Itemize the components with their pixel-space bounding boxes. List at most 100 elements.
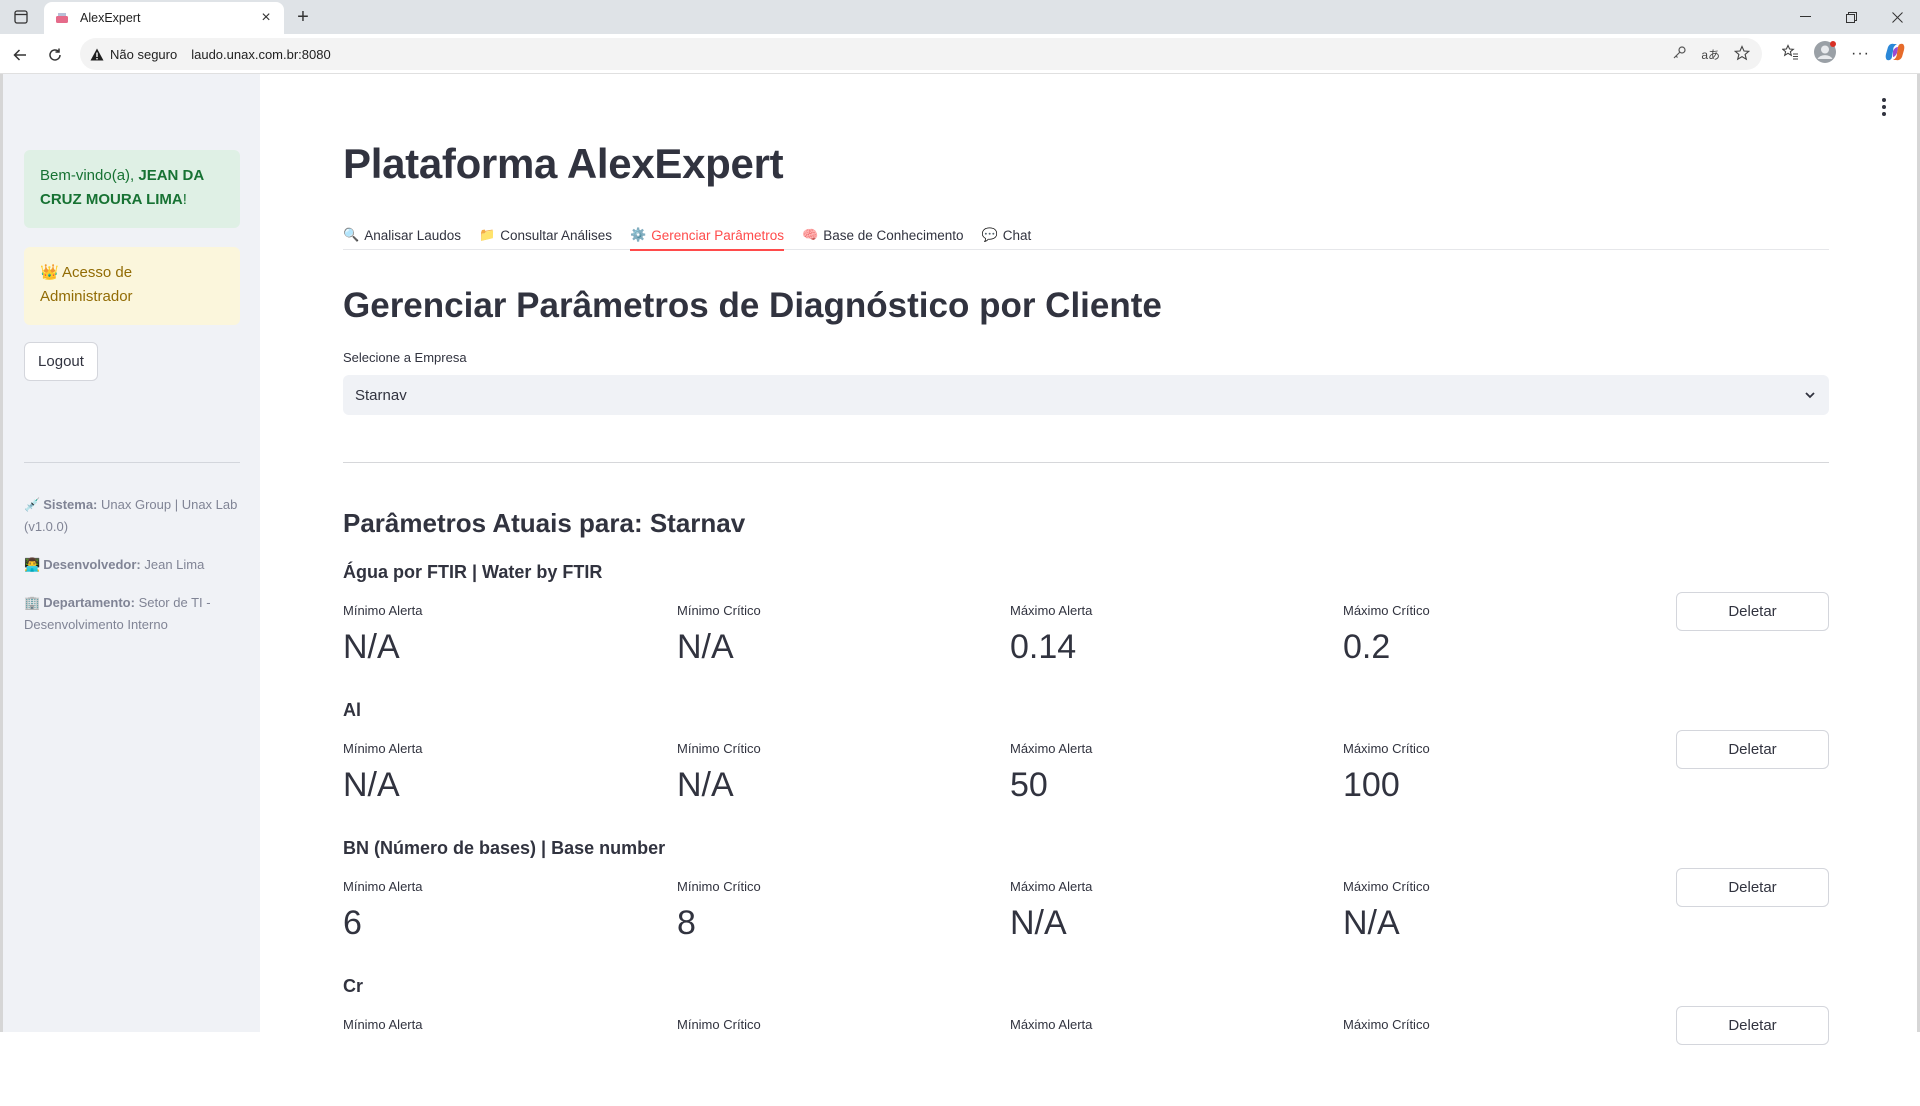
tab-label: Consultar Análises (500, 227, 613, 243)
main-content: Plataforma AlexExpert 🔍 Analisar Laudos … (260, 74, 1917, 1045)
metric-max-alert: Máximo Alerta (1010, 1017, 1310, 1032)
main-menu-icon[interactable] (1881, 98, 1887, 116)
metric-label: Mínimo Crítico (677, 879, 761, 894)
param-row: Cr Mínimo Alerta Mínimo Crítico Máximo A… (343, 976, 1829, 1106)
metric-max-alert: Máximo Alerta 50 (1010, 741, 1310, 805)
metric-label: Máximo Crítico (1343, 741, 1430, 756)
minimize-icon[interactable] (1782, 0, 1828, 34)
metric-min-critical: Mínimo Crítico (677, 1017, 977, 1032)
metric-min-alert: Mínimo Alerta (343, 1017, 643, 1032)
metric-label: Máximo Alerta (1010, 879, 1093, 894)
close-tab-icon[interactable]: × (258, 9, 274, 26)
folder-icon: 📁 (479, 227, 496, 242)
metric-min-critical: Mínimo Crítico 8 (677, 879, 977, 943)
param-row: Al Mínimo Alerta N/A Mínimo Crítico N/A … (343, 700, 1829, 830)
param-name: Água por FTIR | Water by FTIR (343, 562, 603, 582)
developer-label: Desenvolvedor: (43, 557, 141, 572)
metric-value: 0.14 (1010, 628, 1077, 666)
param-row: Água por FTIR | Water by FTIR Mínimo Ale… (343, 562, 1829, 692)
metric-max-alert: Máximo Alerta N/A (1010, 879, 1310, 943)
delete-button[interactable]: Deletar (1676, 592, 1829, 631)
metric-value: N/A (1010, 904, 1067, 942)
delete-button[interactable]: Deletar (1676, 730, 1829, 769)
favorites-icon[interactable] (1781, 43, 1799, 65)
metric-value: 6 (343, 904, 362, 942)
developer-icon: 👨‍💻 (24, 557, 41, 572)
address-bar-row: Não seguro laudo.unax.com.br:8080 aあ ··· (0, 34, 1920, 74)
profile-avatar-icon[interactable] (1813, 40, 1837, 69)
back-icon[interactable] (8, 43, 32, 67)
browser-tab[interactable]: AlexExpert × (44, 2, 284, 34)
metric-label: Máximo Crítico (1343, 603, 1430, 618)
metric-min-critical: Mínimo Crítico N/A (677, 741, 977, 805)
favorite-star-icon[interactable] (1733, 44, 1751, 64)
metric-label: Mínimo Alerta (343, 741, 423, 756)
new-tab-icon[interactable]: + (292, 6, 314, 28)
magnifier-icon: 🔍 (343, 227, 360, 242)
read-aloud-icon[interactable]: aあ (1701, 46, 1720, 63)
more-options-icon[interactable]: ··· (1851, 45, 1870, 63)
url-text[interactable]: laudo.unax.com.br:8080 (191, 47, 330, 62)
page-title: Plataforma AlexExpert (343, 140, 784, 187)
app-window: Bem-vindo(a), JEAN DA CRUZ MOURA LIMA! 👑… (0, 74, 1920, 1045)
developer-info: 👨‍💻 Desenvolvedor: Jean Lima (24, 554, 240, 576)
tab-analisar-laudos[interactable]: 🔍 Analisar Laudos (343, 220, 479, 250)
metric-max-critical: Máximo Crítico 100 (1343, 741, 1643, 805)
metric-label: Máximo Alerta (1010, 603, 1093, 618)
metric-value: N/A (677, 766, 734, 804)
metric-value: N/A (343, 766, 400, 804)
system-label: Sistema: (43, 497, 98, 512)
metric-min-alert: Mínimo Alerta N/A (343, 603, 643, 667)
admin-access-notice: 👑 Acesso de Administrador (24, 247, 240, 325)
metric-value: N/A (1343, 904, 1400, 942)
company-select-label: Selecione a Empresa (343, 350, 467, 365)
logout-button[interactable]: Logout (24, 342, 98, 381)
restore-icon[interactable] (1828, 0, 1874, 34)
tab-label: Analisar Laudos (364, 227, 462, 243)
reload-icon[interactable] (43, 43, 67, 67)
param-name: Cr (343, 976, 364, 996)
metric-min-alert: Mínimo Alerta N/A (343, 741, 643, 805)
tab-actions-icon[interactable] (10, 6, 32, 28)
metric-label: Mínimo Crítico (677, 1017, 761, 1032)
tab-gerenciar-parametros[interactable]: ⚙️ Gerenciar Parâmetros (630, 220, 802, 251)
close-window-icon[interactable] (1874, 0, 1920, 34)
welcome-prefix: Bem-vindo(a), (40, 167, 139, 184)
sidebar-divider (24, 462, 240, 463)
tab-base-de-conhecimento[interactable]: 🧠 Base de Conhecimento (802, 220, 982, 250)
metric-min-alert: Mínimo Alerta 6 (343, 879, 643, 943)
department-label: Departamento: (43, 595, 135, 610)
gear-icon: ⚙️ (630, 227, 647, 242)
metric-label: Máximo Crítico (1343, 1017, 1430, 1032)
company-select-value: Starnav (355, 386, 407, 404)
metric-value: 100 (1343, 766, 1400, 804)
warning-icon[interactable] (90, 48, 104, 61)
url-bar[interactable]: Não seguro laudo.unax.com.br:8080 aあ (80, 38, 1762, 70)
delete-button[interactable]: Deletar (1676, 868, 1829, 907)
browser-tab-bar: AlexExpert × + (0, 0, 1920, 34)
copilot-icon[interactable] (1884, 41, 1906, 68)
department-info: 🏢 Departamento: Setor de TI - Desenvolvim… (24, 592, 240, 636)
param-name: Al (343, 700, 361, 720)
metric-value: 0.2 (1343, 628, 1391, 666)
brain-icon: 🧠 (802, 227, 819, 242)
params-title: Parâmetros Atuais para: Starnav (343, 508, 746, 538)
metric-label: Máximo Crítico (1343, 879, 1430, 894)
metric-max-critical: Máximo Crítico (1343, 1017, 1643, 1032)
metric-value: N/A (677, 628, 734, 666)
metric-max-alert: Máximo Alerta 0.14 (1010, 603, 1310, 667)
company-select[interactable]: Starnav (343, 375, 1829, 415)
delete-button[interactable]: Deletar (1676, 1006, 1829, 1045)
welcome-message: Bem-vindo(a), JEAN DA CRUZ MOURA LIMA! (24, 150, 240, 228)
metric-label: Mínimo Crítico (677, 741, 761, 756)
tab-label: Base de Conhecimento (823, 227, 964, 243)
tab-label: Gerenciar Parâmetros (651, 227, 785, 243)
metric-label: Mínimo Alerta (343, 603, 423, 618)
app-favicon-icon (54, 10, 70, 26)
tab-consultar-analises[interactable]: 📁 Consultar Análises (479, 220, 630, 250)
key-icon[interactable] (1672, 45, 1687, 63)
crown-icon: 👑 (40, 264, 59, 281)
param-row: BN (Número de bases) | Base number Mínim… (343, 838, 1829, 968)
security-status[interactable]: Não seguro (110, 47, 177, 62)
tab-chat[interactable]: 💬 Chat (982, 220, 1050, 250)
